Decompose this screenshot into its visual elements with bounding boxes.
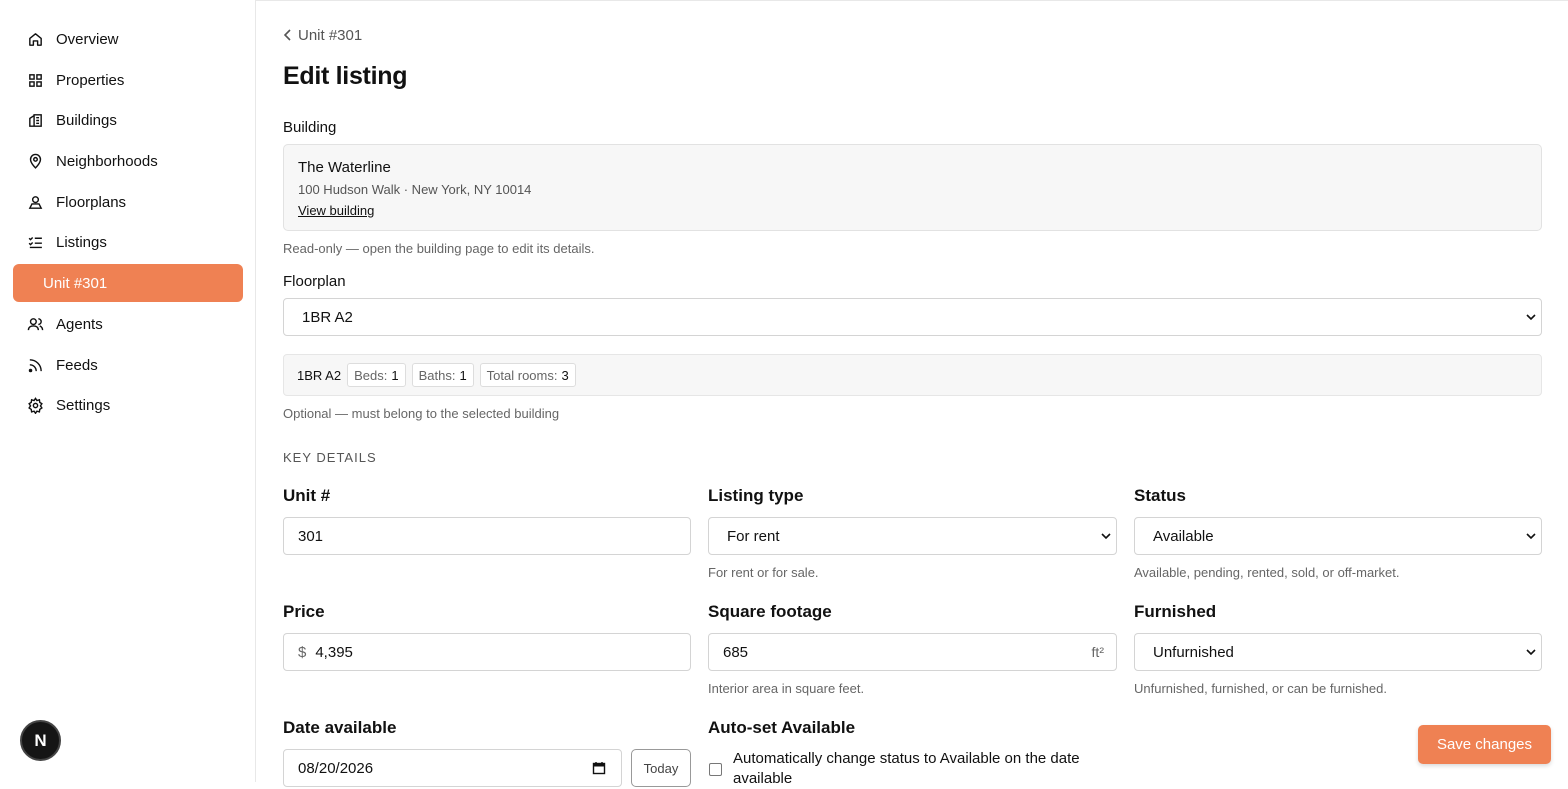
sidebar-item-properties[interactable]: Properties bbox=[13, 61, 243, 99]
floorplan-summary-name: 1BR A2 bbox=[297, 367, 342, 383]
unit-input-value: 301 bbox=[298, 527, 324, 545]
rss-icon bbox=[26, 356, 44, 374]
square-footage-hint: Interior area in square feet. bbox=[708, 681, 865, 696]
sidebar-item-agents[interactable]: Agents bbox=[13, 305, 243, 343]
price-label: Price bbox=[283, 602, 325, 621]
square-footage-label: Square footage bbox=[708, 602, 832, 621]
sidebar-item-listings[interactable]: Listings bbox=[13, 223, 243, 261]
status-select[interactable]: Available bbox=[1134, 517, 1542, 555]
sidebar-item-neighborhoods[interactable]: Neighborhoods bbox=[13, 142, 243, 180]
home-icon bbox=[26, 30, 44, 48]
status-value: Available bbox=[1153, 527, 1214, 545]
sidebar-item-label: Neighborhoods bbox=[56, 152, 158, 170]
building-icon bbox=[26, 111, 44, 129]
today-button[interactable]: Today bbox=[631, 749, 691, 787]
building-label: Building bbox=[283, 119, 337, 136]
sidebar-item-label: Properties bbox=[56, 71, 125, 89]
view-building-link[interactable]: View building bbox=[298, 203, 374, 218]
square-footage-input[interactable]: 685 ft² bbox=[708, 633, 1117, 671]
floorplan-hint: Optional — must belong to the selected b… bbox=[283, 406, 560, 421]
sidebar-item-label: Floorplans bbox=[56, 193, 127, 211]
status-hint: Available, pending, rented, sold, or off… bbox=[1134, 565, 1400, 580]
furnished-value: Unfurnished bbox=[1153, 643, 1234, 661]
breadcrumb[interactable]: Unit #301 bbox=[283, 27, 362, 44]
sidebar-item-label: Agents bbox=[56, 315, 103, 333]
breadcrumb-label: Unit #301 bbox=[298, 27, 363, 44]
unit-input[interactable]: 301 bbox=[283, 517, 691, 555]
building-hint: Read-only — open the building page to ed… bbox=[283, 241, 595, 256]
floorplan-label: Floorplan bbox=[283, 273, 346, 290]
listing-type-select[interactable]: For rent bbox=[708, 517, 1117, 555]
chevron-down-icon bbox=[1526, 533, 1536, 540]
price-input[interactable]: $ 4,395 bbox=[283, 633, 691, 671]
chevron-down-icon bbox=[1526, 649, 1536, 656]
building-name: The Waterline bbox=[298, 159, 391, 176]
floorplan-select[interactable]: 1BR A2 bbox=[283, 298, 1542, 336]
grid-icon bbox=[26, 71, 44, 89]
date-available-label: Date available bbox=[283, 718, 397, 737]
price-prefix: $ bbox=[298, 643, 307, 661]
price-value: 4,395 bbox=[315, 643, 353, 661]
furnished-label: Furnished bbox=[1134, 602, 1217, 621]
furnished-hint: Unfurnished, furnished, or can be furnis… bbox=[1134, 681, 1387, 696]
floorplan-icon bbox=[26, 193, 44, 211]
square-footage-value: 685 bbox=[723, 643, 749, 661]
calendar-icon[interactable] bbox=[592, 761, 606, 775]
sidebar-item-buildings[interactable]: Buildings bbox=[13, 101, 243, 139]
main-content: Unit #301 Edit listing Building The Wate… bbox=[283, 0, 1543, 787]
listing-type-hint: For rent or for sale. bbox=[708, 565, 819, 580]
sidebar-item-label: Listings bbox=[56, 233, 107, 251]
sidebar-item-settings[interactable]: Settings bbox=[13, 386, 243, 424]
chevron-left-icon bbox=[283, 28, 293, 44]
auto-set-checkbox[interactable] bbox=[709, 763, 722, 776]
key-details-heading: KEY DETAILS bbox=[283, 450, 377, 465]
sidebar-item-label: Unit #301 bbox=[43, 274, 108, 292]
sidebar-item-floorplans[interactable]: Floorplans bbox=[13, 183, 243, 221]
sidebar-item-unit-301[interactable]: Unit #301 bbox=[13, 264, 243, 302]
users-icon bbox=[26, 315, 44, 333]
listing-type-label: Listing type bbox=[708, 486, 804, 505]
sidebar-item-label: Overview bbox=[56, 30, 119, 48]
sidebar-item-feeds[interactable]: Feeds bbox=[13, 346, 243, 384]
sidebar-item-label: Feeds bbox=[56, 356, 98, 374]
auto-set-text: Automatically change status to Available… bbox=[733, 750, 1080, 787]
building-address: 100 Hudson Walk · New York, NY 10014 bbox=[298, 182, 532, 197]
total-rooms-chip: Total rooms: 3 bbox=[479, 363, 576, 387]
map-pin-icon bbox=[26, 152, 44, 170]
unit-label: Unit # bbox=[283, 486, 331, 505]
page-title: Edit listing bbox=[283, 62, 408, 90]
chevron-down-icon bbox=[1101, 533, 1111, 540]
square-footage-unit: ft² bbox=[1091, 644, 1104, 660]
list-check-icon bbox=[26, 233, 44, 251]
sidebar-item-label: Buildings bbox=[56, 111, 117, 129]
beds-chip: Beds: 1 bbox=[347, 363, 406, 387]
building-card: The Waterline 100 Hudson Walk · New York… bbox=[283, 144, 1542, 231]
chevron-down-icon bbox=[1526, 314, 1536, 321]
floorplan-summary: 1BR A2 Beds: 1 Baths: 1 Total rooms: 3 bbox=[283, 354, 1542, 396]
baths-chip: Baths: 1 bbox=[411, 363, 474, 387]
gear-icon bbox=[26, 396, 44, 414]
sidebar-item-overview[interactable]: Overview bbox=[13, 20, 243, 58]
app-badge[interactable]: N bbox=[20, 720, 61, 761]
status-label: Status bbox=[1134, 486, 1186, 505]
listing-type-value: For rent bbox=[727, 527, 780, 545]
date-available-input[interactable]: 08/20/2026 bbox=[283, 749, 622, 787]
floorplan-select-value: 1BR A2 bbox=[302, 308, 353, 326]
auto-set-label: Auto-set Available bbox=[708, 718, 856, 737]
date-available-value: 08/20/2026 bbox=[298, 759, 374, 777]
save-changes-button[interactable]: Save changes bbox=[1418, 725, 1551, 764]
sidebar-item-label: Settings bbox=[56, 396, 111, 414]
furnished-select[interactable]: Unfurnished bbox=[1134, 633, 1542, 671]
sidebar: Overview Properties Buildings Neighborho… bbox=[0, 0, 256, 782]
